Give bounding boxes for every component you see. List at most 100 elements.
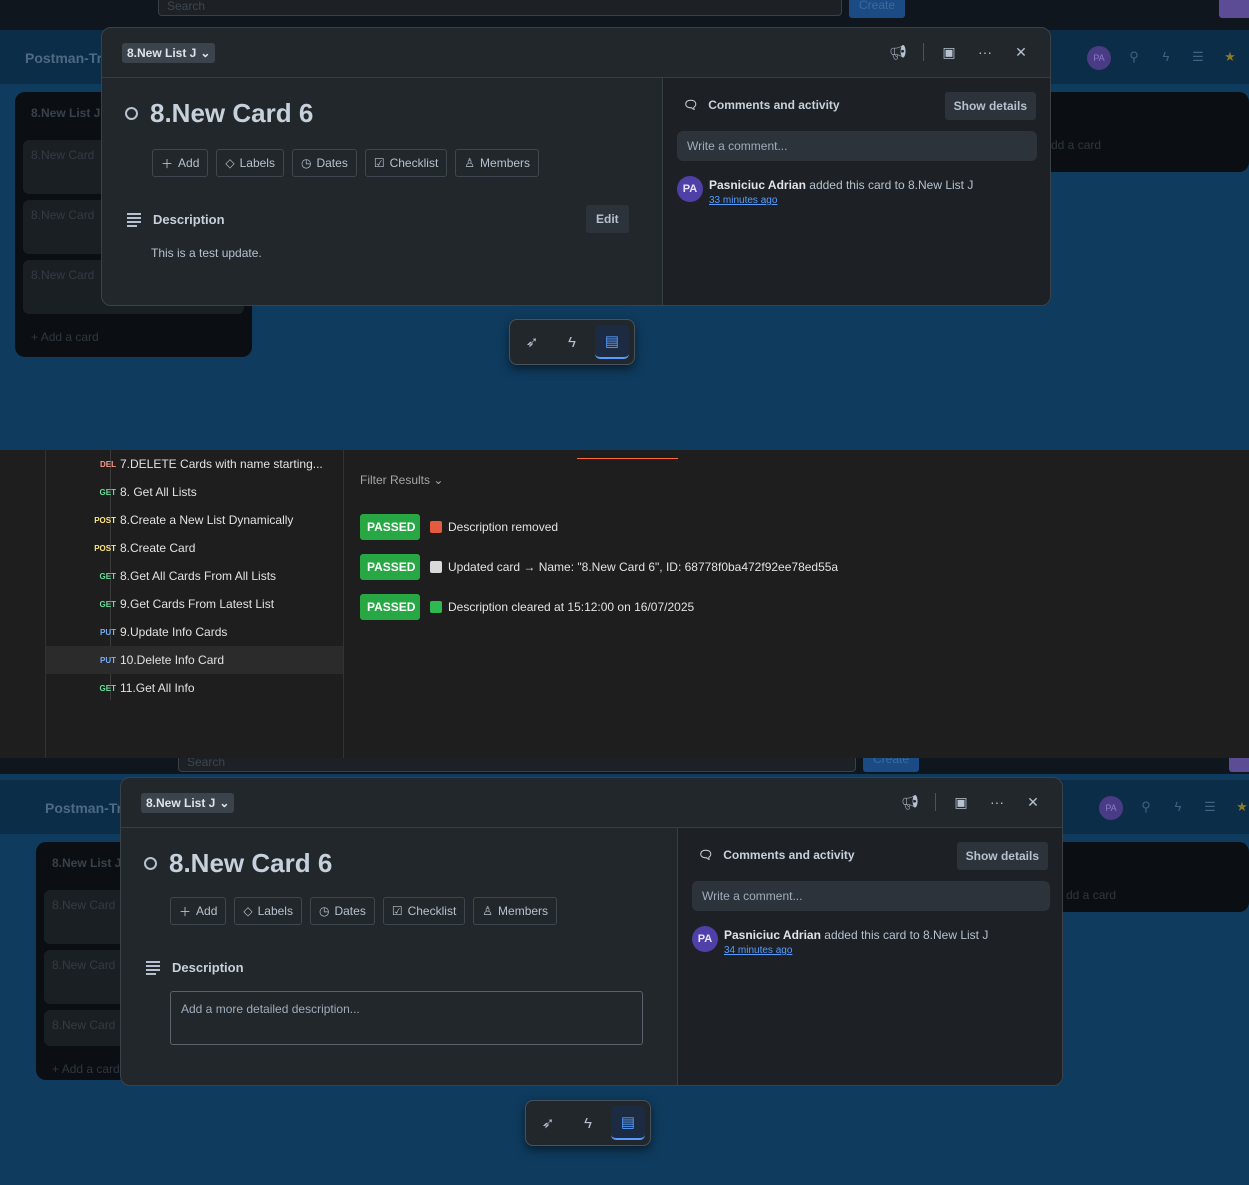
close-icon[interactable]: ✕ — [1022, 790, 1044, 814]
members-button[interactable]: ♙ Members — [455, 149, 540, 177]
test-result: PASSED Updated card → Name: "8.New Card 6… — [360, 554, 838, 580]
add-card-button[interactable]: dd a card — [1050, 842, 1249, 912]
megaphone-icon[interactable]: 📢︎ — [899, 790, 921, 814]
request-name: 8. Get All Lists — [120, 485, 197, 499]
request-item[interactable]: PUT 9.Update Info Cards — [46, 618, 344, 646]
add-button[interactable]: ＋ Add — [152, 149, 209, 177]
request-method-badge: GET — [99, 599, 116, 609]
request-item[interactable]: GET 11.Get All Info — [46, 674, 344, 702]
rocket-icon[interactable]: ➶ — [515, 325, 549, 359]
megaphone-icon[interactable]: 📢︎ — [887, 40, 909, 64]
activity-panel: 🗨︎ Comments and activity Show details Wr… — [662, 78, 1050, 305]
create-button[interactable]: Create — [863, 758, 919, 772]
board-title[interactable]: Postman-Tr — [25, 50, 102, 66]
filter-icon[interactable]: ☰ — [1189, 49, 1207, 67]
labels-button[interactable]: ◇ Labels — [216, 149, 284, 177]
comment-input[interactable]: Write a comment... — [677, 131, 1037, 161]
board-list-right: dd a card — [1050, 842, 1249, 912]
clock-icon: ◷ — [300, 156, 312, 170]
show-details-button[interactable]: Show details — [944, 92, 1036, 120]
trial-button[interactable] — [1219, 0, 1249, 18]
request-item[interactable]: GET 8.Get All Cards From All Lists — [46, 562, 344, 590]
add-card-button[interactable]: + Add a card — [15, 320, 252, 354]
request-item[interactable]: POST 8.Create a New List Dynamically — [46, 506, 344, 534]
comment-icon[interactable]: ▤ — [595, 325, 629, 359]
comment-icon[interactable]: ▤ — [611, 1106, 645, 1140]
description-text[interactable]: This is a test update. — [151, 246, 262, 260]
modal-header-icons: 📢︎ ▣ ··· ✕ — [887, 40, 1032, 64]
avatar[interactable]: PA — [1087, 46, 1111, 70]
rocket-icon[interactable]: ⚲ — [1137, 799, 1155, 817]
request-method-badge: GET — [99, 683, 116, 693]
avatar[interactable]: PA — [692, 926, 718, 952]
filter-results-dropdown[interactable]: Filter Results ⌄ — [360, 473, 443, 487]
board-title[interactable]: Postman-Tr — [45, 800, 122, 816]
request-method-badge: POST — [94, 543, 116, 553]
search-input[interactable]: Search — [178, 758, 856, 772]
bolt-icon[interactable]: ϟ — [1169, 799, 1187, 817]
bolt-icon[interactable]: ϟ — [555, 325, 589, 359]
result-text: Description cleared at 15:12:00 on 16/07… — [430, 600, 694, 614]
activity-time-link[interactable]: 33 minutes ago — [709, 192, 973, 210]
modal-header: 8.New List J ⌄ 📢︎ ▣ ··· ✕ — [121, 778, 1062, 828]
description-input[interactable]: Add a more detailed description... — [170, 991, 643, 1045]
request-item[interactable]: PUT 10.Delete Info Card — [46, 646, 344, 674]
request-method-badge: DEL — [100, 459, 116, 469]
search-input[interactable]: Search — [158, 0, 842, 16]
ellipsis-icon[interactable]: ··· — [974, 40, 996, 64]
avatar[interactable]: PA — [677, 176, 703, 202]
card-title-text[interactable]: 8.New Card 6 — [150, 98, 313, 129]
bolt-icon[interactable]: ϟ — [1157, 49, 1175, 67]
result-text: Description removed — [430, 520, 558, 534]
chevron-down-icon: ⌄ — [433, 473, 444, 487]
avatar[interactable]: PA — [1099, 796, 1123, 820]
clock-icon: ◷ — [318, 904, 330, 918]
description-icon — [127, 212, 141, 227]
rocket-icon[interactable]: ⚲ — [1125, 49, 1143, 67]
dates-button[interactable]: ◷ Dates — [309, 897, 375, 925]
card-title-text[interactable]: 8.New Card 6 — [169, 848, 332, 879]
status-badge: PASSED — [360, 594, 420, 620]
dates-button[interactable]: ◷ Dates — [291, 149, 357, 177]
complete-toggle[interactable] — [144, 857, 157, 870]
trial-button[interactable] — [1229, 758, 1249, 772]
request-item[interactable]: DEL 7.DELETE Cards with name starting... — [46, 450, 344, 478]
request-item[interactable]: GET 8. Get All Lists — [46, 478, 344, 506]
divider — [343, 450, 344, 758]
test-result: PASSED Description removed — [360, 514, 558, 540]
result-text: Updated card → Name: "8.New Card 6", ID:… — [430, 560, 838, 574]
rocket-icon[interactable]: ➶ — [531, 1106, 565, 1140]
checklist-button[interactable]: ☑ Checklist — [382, 897, 466, 925]
add-button[interactable]: ＋ Add — [170, 897, 227, 925]
edit-button[interactable]: Edit — [586, 205, 629, 233]
checklist-icon: ☑ — [373, 156, 385, 170]
request-method-badge: GET — [99, 487, 116, 497]
activity-text: Pasniciuc Adrian added this card to 8.Ne… — [709, 176, 973, 210]
list-selector[interactable]: 8.New List J ⌄ — [122, 42, 216, 63]
create-button[interactable]: Create — [849, 0, 905, 18]
complete-toggle[interactable] — [125, 107, 138, 120]
star-icon[interactable]: ★ — [1233, 799, 1249, 817]
member-icon: ♙ — [482, 904, 494, 918]
labels-button[interactable]: ◇ Labels — [234, 897, 302, 925]
checklist-button[interactable]: ☑ Checklist — [364, 149, 448, 177]
add-card-button[interactable]: dd a card — [1035, 92, 1249, 162]
request-item[interactable]: POST 8.Create Card — [46, 534, 344, 562]
modal-header: 8.New List J ⌄ 📢︎ ▣ ··· ✕ — [102, 28, 1050, 78]
members-button[interactable]: ♙ Members — [473, 897, 558, 925]
star-icon[interactable]: ★ — [1221, 49, 1239, 67]
show-details-button[interactable]: Show details — [956, 842, 1048, 870]
ellipsis-icon[interactable]: ··· — [986, 790, 1008, 814]
bottom-dock: ➶ ϟ ▤ — [509, 319, 635, 365]
bolt-icon[interactable]: ϟ — [571, 1106, 605, 1140]
chevron-down-icon: ⌄ — [200, 45, 211, 60]
comment-input[interactable]: Write a comment... — [692, 881, 1050, 911]
activity-time-link[interactable]: 34 minutes ago — [724, 942, 988, 960]
request-item[interactable]: GET 9.Get Cards From Latest List — [46, 590, 344, 618]
image-icon[interactable]: ▣ — [938, 40, 960, 64]
close-icon[interactable]: ✕ — [1010, 40, 1032, 64]
filter-icon[interactable]: ☰ — [1201, 799, 1219, 817]
plus-icon: ＋ — [161, 156, 174, 171]
image-icon[interactable]: ▣ — [950, 790, 972, 814]
list-selector[interactable]: 8.New List J ⌄ — [141, 792, 235, 813]
